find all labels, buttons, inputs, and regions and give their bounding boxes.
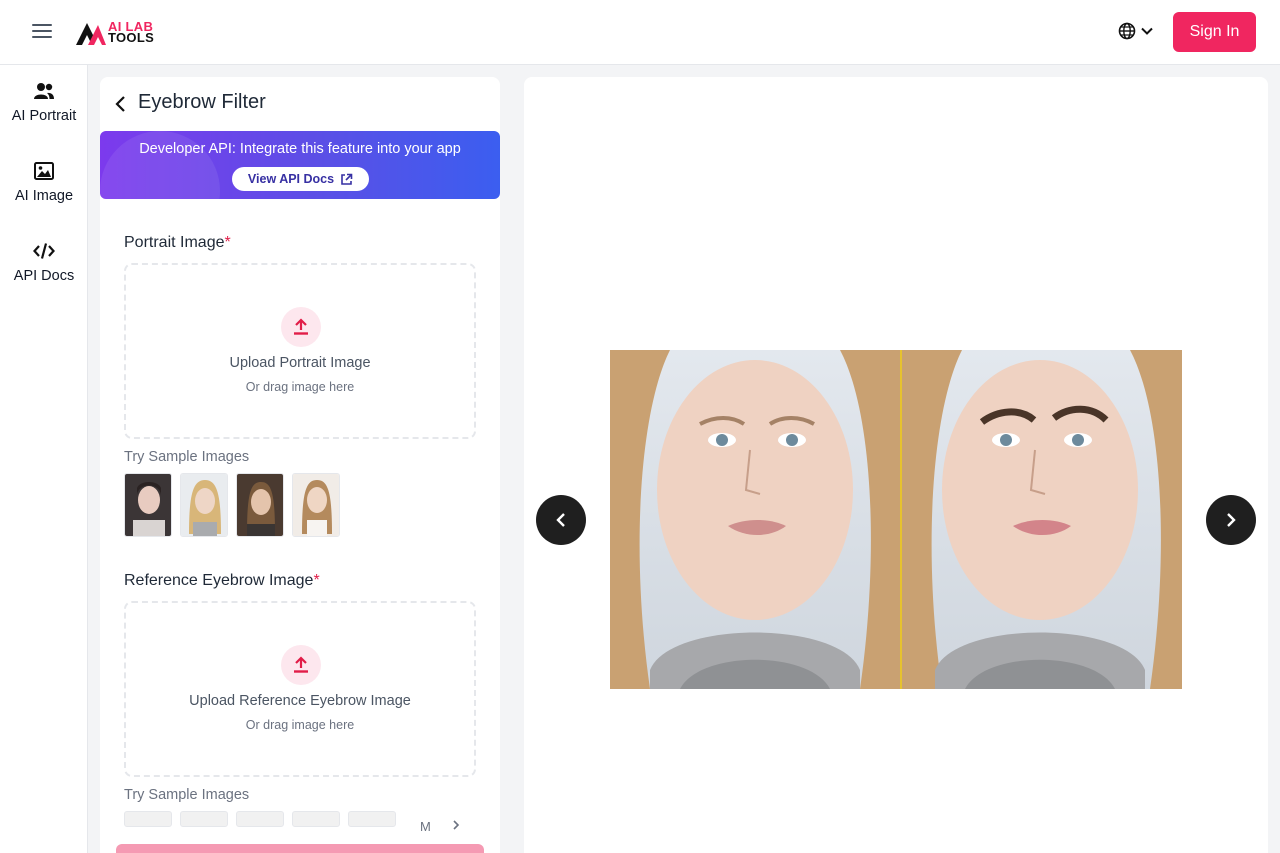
- logo[interactable]: AI LAB TOOLS: [76, 18, 154, 46]
- sign-in-button[interactable]: Sign In: [1173, 12, 1256, 52]
- globe-icon: [1118, 22, 1136, 40]
- sample-thumbnail[interactable]: [292, 473, 340, 537]
- chevron-right-icon: [453, 820, 459, 830]
- more-label: M: [420, 819, 431, 834]
- upload-icon: [281, 645, 321, 685]
- sample-thumbnail[interactable]: [124, 473, 172, 537]
- logo-line2: TOOLS: [108, 30, 155, 45]
- carousel-next-button[interactable]: [1206, 495, 1256, 545]
- nav-label: AI Image: [14, 188, 74, 204]
- required-mark: *: [313, 572, 320, 589]
- upload-title: Upload Portrait Image: [229, 355, 371, 371]
- more-samples-link[interactable]: M: [420, 819, 461, 834]
- sample-thumbnail[interactable]: [348, 811, 396, 827]
- menu-icon[interactable]: [30, 20, 54, 44]
- reference-sample-list: [124, 811, 396, 827]
- generate-button[interactable]: [116, 844, 484, 853]
- api-banner-text: Developer API: Integrate this feature in…: [139, 141, 461, 157]
- portrait-upload-dropzone[interactable]: Upload Portrait Image Or drag image here: [124, 263, 476, 439]
- nav-label: AI Portrait: [11, 108, 77, 124]
- control-panel: Eyebrow Filter Developer API: Integrate …: [100, 77, 500, 853]
- upload-icon: [281, 307, 321, 347]
- api-button-label: View API Docs: [247, 172, 335, 186]
- logo-mark-icon: [76, 23, 106, 45]
- image-icon: [33, 160, 55, 182]
- chevron-left-icon[interactable]: [114, 95, 128, 113]
- reference-label-text: Reference Eyebrow Image: [124, 572, 314, 589]
- sample-thumbnail[interactable]: [236, 811, 284, 827]
- comparison-divider[interactable]: [900, 350, 902, 689]
- sample-thumbnail[interactable]: [292, 811, 340, 827]
- external-link-icon: [341, 173, 353, 185]
- reference-upload-dropzone[interactable]: Upload Reference Eyebrow Image Or drag i…: [124, 601, 476, 777]
- sample-thumbnail[interactable]: [180, 811, 228, 827]
- users-icon: [33, 80, 55, 102]
- chevron-right-icon: [1227, 513, 1236, 527]
- upload-title: Upload Reference Eyebrow Image: [189, 693, 411, 709]
- nav-item-ai-image[interactable]: AI Image: [0, 160, 88, 220]
- nav-item-api-docs[interactable]: API Docs: [0, 240, 88, 300]
- sample-thumbnail[interactable]: [236, 473, 284, 537]
- nav-label: API Docs: [13, 268, 75, 284]
- carousel-prev-button[interactable]: [536, 495, 586, 545]
- try-sample-label: Try Sample Images: [124, 787, 250, 803]
- preview-area: [524, 77, 1268, 853]
- portrait-sample-list: [124, 473, 340, 537]
- before-after-comparison[interactable]: [610, 350, 1182, 689]
- required-mark: *: [224, 234, 231, 251]
- chevron-down-icon: [1141, 27, 1153, 35]
- view-api-docs-button[interactable]: View API Docs: [232, 167, 369, 191]
- chevron-left-icon: [556, 513, 565, 527]
- page-title: Eyebrow Filter: [138, 91, 266, 113]
- left-nav: AI Portrait AI Image API Docs: [0, 65, 88, 853]
- try-sample-label: Try Sample Images: [124, 449, 250, 465]
- code-icon: [33, 240, 55, 262]
- upload-subtitle: Or drag image here: [245, 718, 355, 732]
- top-bar: AI LAB TOOLS Sign In: [0, 0, 1280, 65]
- upload-subtitle: Or drag image here: [245, 380, 355, 394]
- nav-item-ai-portrait[interactable]: AI Portrait: [0, 80, 88, 140]
- language-selector[interactable]: [1118, 22, 1154, 40]
- portrait-label-text: Portrait Image: [124, 234, 225, 251]
- reference-image-label: Reference Eyebrow Image*: [124, 572, 320, 590]
- developer-api-banner: Developer API: Integrate this feature in…: [100, 131, 500, 199]
- sample-thumbnail[interactable]: [180, 473, 228, 537]
- sample-thumbnail[interactable]: [124, 811, 172, 827]
- comparison-image: [610, 350, 1182, 689]
- portrait-image-label: Portrait Image*: [124, 234, 231, 252]
